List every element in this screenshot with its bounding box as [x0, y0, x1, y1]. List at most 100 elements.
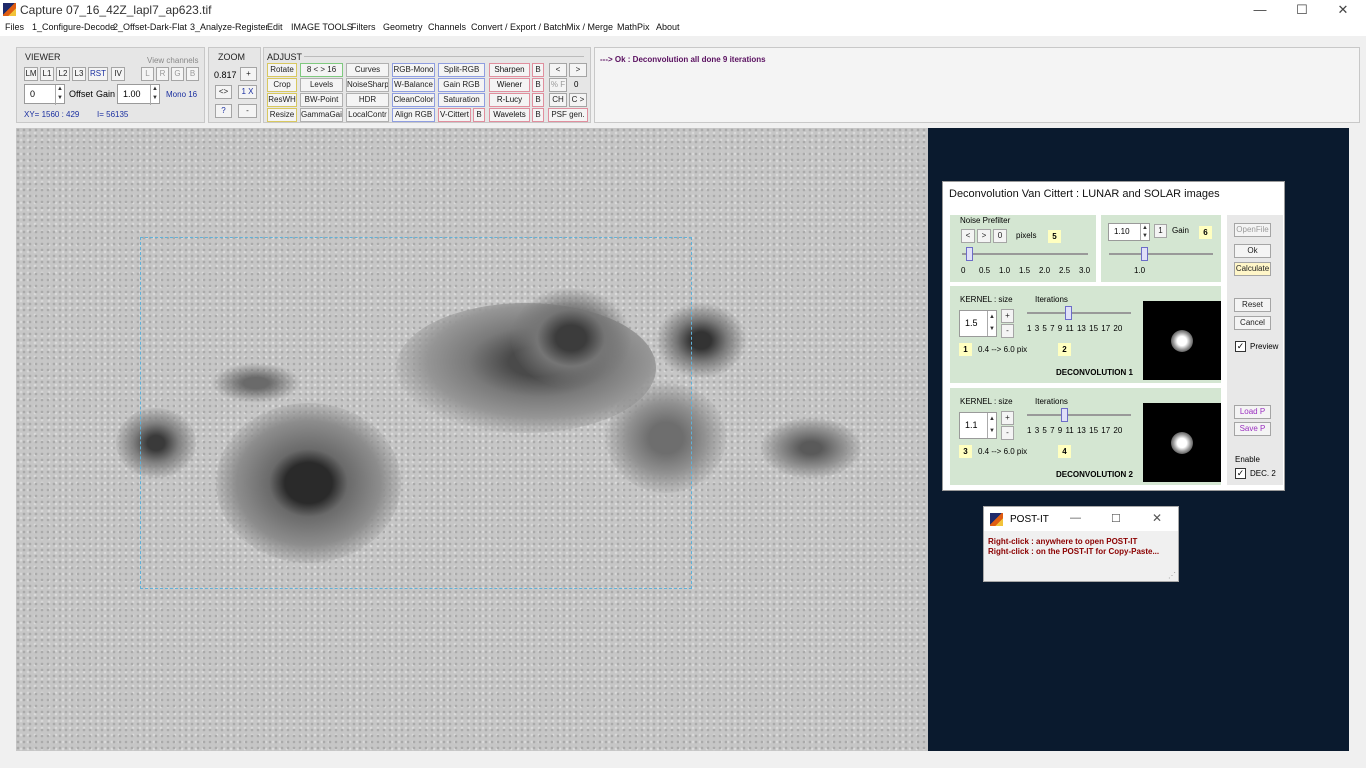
gammagain-button[interactable]: GammaGain: [300, 108, 343, 122]
menu-filters[interactable]: Filters: [351, 22, 376, 32]
save-params-button[interactable]: Save P: [1234, 422, 1271, 436]
maximize-button[interactable]: ☐: [1282, 1, 1322, 19]
dec1-size-input[interactable]: 1.5 ▲ ▼: [959, 310, 997, 337]
levels-button[interactable]: Levels: [300, 78, 343, 92]
dialog-gain-input[interactable]: 1.10 ▲ ▼: [1108, 223, 1150, 241]
ok-button[interactable]: Ok: [1234, 244, 1271, 258]
dec2-minus-button[interactable]: -: [1001, 426, 1014, 440]
close-button[interactable]: ✕: [1323, 1, 1363, 19]
bw-point-button[interactable]: BW-Point: [300, 93, 343, 107]
dec1-iterations-thumb[interactable]: [1065, 306, 1072, 320]
channel-r-button[interactable]: R: [156, 67, 169, 81]
dec2-size-spinner[interactable]: ▲ ▼: [987, 413, 996, 438]
menu-channels[interactable]: Channels: [428, 22, 466, 32]
sharpen-button[interactable]: Sharpen: [489, 63, 530, 77]
rst-button[interactable]: RST: [88, 67, 108, 81]
prefilter-slider-thumb[interactable]: [966, 247, 973, 261]
v-cittert-button[interactable]: V-Cittert: [438, 108, 471, 122]
cancel-button[interactable]: Cancel: [1234, 316, 1271, 330]
noisesharp-button[interactable]: NoiseSharp: [346, 78, 389, 92]
l3-button[interactable]: L3: [72, 67, 86, 81]
wiener-b-button[interactable]: B: [532, 78, 544, 92]
dec1-iterations-track[interactable]: [1027, 312, 1131, 314]
preview-checkbox[interactable]: ✓: [1235, 341, 1246, 352]
calculate-button[interactable]: Calculate: [1234, 262, 1271, 276]
dec2-iterations-thumb[interactable]: [1061, 408, 1068, 422]
hdr-button[interactable]: HDR: [346, 93, 389, 107]
offset-input[interactable]: 0 ▲ ▼: [24, 84, 65, 105]
gain-slider-thumb[interactable]: [1141, 247, 1148, 261]
iv-button[interactable]: IV: [111, 67, 125, 81]
cleancolor-button[interactable]: CleanColor: [392, 93, 435, 107]
menu-about[interactable]: About: [656, 22, 680, 32]
localcontr-button[interactable]: LocalContr: [346, 108, 389, 122]
load-params-button[interactable]: Load P: [1234, 405, 1271, 419]
channel-g-button[interactable]: G: [171, 67, 184, 81]
postit-minimize-icon[interactable]: —: [1070, 512, 1081, 524]
align-rgb-button[interactable]: Align RGB: [392, 108, 435, 122]
menu-offset-dark-flat[interactable]: 2_Offset-Dark-Flat: [113, 22, 187, 32]
lm-button[interactable]: LM: [24, 67, 38, 81]
menu-analyze-register[interactable]: 3_Analyze-Register: [190, 22, 269, 32]
curves-button[interactable]: Curves: [346, 63, 389, 77]
prefilter-increase-button[interactable]: >: [977, 229, 991, 243]
menu-geometry[interactable]: Geometry: [383, 22, 423, 32]
percent-f-button[interactable]: % F: [549, 78, 567, 92]
menu-files[interactable]: Files: [5, 22, 24, 32]
gain-slider-track[interactable]: [1109, 253, 1213, 255]
w-balance-button[interactable]: W-Balance: [392, 78, 435, 92]
prev-button[interactable]: <: [549, 63, 567, 77]
solar-image-canvas[interactable]: [16, 128, 928, 751]
menu-mix-merge[interactable]: Mix / Merge: [566, 22, 613, 32]
l1-button[interactable]: L1: [40, 67, 54, 81]
dec2-plus-button[interactable]: +: [1001, 411, 1014, 425]
reset-button[interactable]: Reset: [1234, 298, 1271, 312]
c-next-button[interactable]: C >: [569, 93, 587, 107]
help-button[interactable]: ?: [215, 104, 232, 118]
minimize-button[interactable]: —: [1240, 1, 1280, 19]
zoom-in-button[interactable]: +: [240, 67, 257, 81]
rotate-button[interactable]: Rotate: [267, 63, 297, 77]
menu-image-tools[interactable]: IMAGE TOOLS: [291, 22, 353, 32]
menu-convert-export-batch[interactable]: Convert / Export / Batch: [471, 22, 567, 32]
zoom-1x-button[interactable]: 1 X: [238, 85, 257, 99]
reswh-button[interactable]: ResWH: [267, 93, 297, 107]
offset-spinner[interactable]: ▲ ▼: [55, 85, 64, 105]
zoom-out-button[interactable]: -: [238, 104, 257, 118]
dec2-size-input[interactable]: 1.1 ▲ ▼: [959, 412, 997, 439]
sharpen-b-button[interactable]: B: [532, 63, 544, 77]
selection-rectangle[interactable]: [140, 237, 692, 589]
r-lucy-b-button[interactable]: B: [532, 93, 544, 107]
openfile-button[interactable]: OpenFile: [1234, 223, 1271, 237]
dec1-minus-button[interactable]: -: [1001, 324, 1014, 338]
saturation-button[interactable]: Saturation: [438, 93, 485, 107]
ch-button[interactable]: CH: [549, 93, 567, 107]
gain-reset-one-button[interactable]: 1: [1154, 224, 1167, 238]
wavelets-button[interactable]: Wavelets: [489, 108, 530, 122]
zoom-fit-button[interactable]: <>: [215, 85, 232, 99]
gain-input[interactable]: 1.00 ▲ ▼: [117, 84, 160, 105]
dec2-enable-checkbox[interactable]: ✓: [1235, 468, 1246, 479]
dec1-plus-button[interactable]: +: [1001, 309, 1014, 323]
psf-gen-button[interactable]: PSF gen.: [548, 108, 588, 122]
wiener-button[interactable]: Wiener: [489, 78, 530, 92]
postit-close-icon[interactable]: ✕: [1152, 511, 1162, 525]
menu-edit[interactable]: Edit: [267, 22, 283, 32]
postit-maximize-icon[interactable]: ☐: [1111, 512, 1121, 525]
prefilter-zero-button[interactable]: 0: [993, 229, 1007, 243]
menu-mathpix[interactable]: MathPix: [617, 22, 650, 32]
channel-b-button[interactable]: B: [186, 67, 199, 81]
gain-spinner[interactable]: ▲ ▼: [150, 85, 159, 105]
resize-button[interactable]: Resize: [267, 108, 297, 122]
prefilter-decrease-button[interactable]: <: [961, 229, 975, 243]
split-rgb-button[interactable]: Split-RGB: [438, 63, 485, 77]
l2-button[interactable]: L2: [56, 67, 70, 81]
prefilter-slider-track[interactable]: [962, 253, 1088, 255]
r-lucy-button[interactable]: R-Lucy: [489, 93, 530, 107]
next-button[interactable]: >: [569, 63, 587, 77]
crop-button[interactable]: Crop: [267, 78, 297, 92]
bitdepth-8-16-button[interactable]: 8 < > 16: [300, 63, 343, 77]
dec2-iterations-track[interactable]: [1027, 414, 1131, 416]
rgb-mono-button[interactable]: RGB-Mono: [392, 63, 435, 77]
resize-grip-icon[interactable]: ⋰: [1168, 571, 1176, 580]
